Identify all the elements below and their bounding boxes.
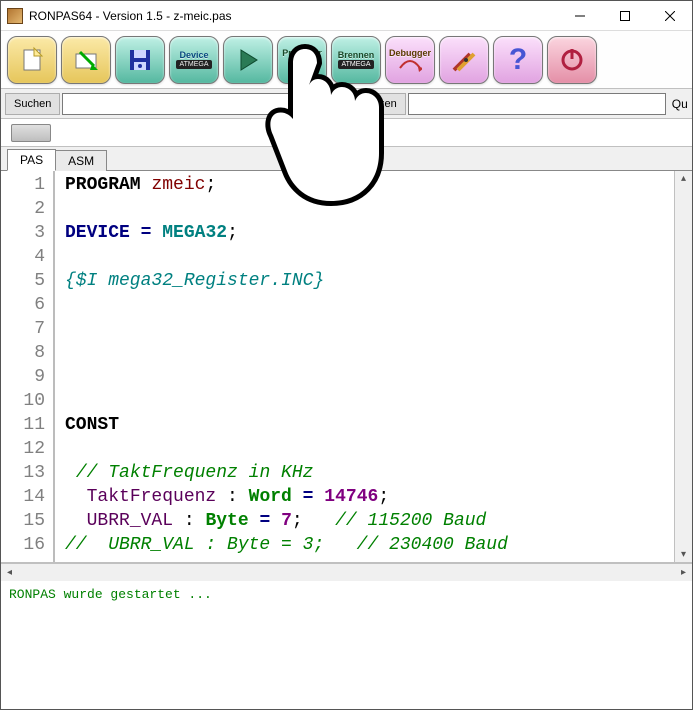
scroll-left-icon[interactable]: ◂ <box>3 567 16 578</box>
tab-asm[interactable]: ASM <box>55 150 107 171</box>
play-icon <box>235 47 261 73</box>
pliers-icon <box>450 46 478 74</box>
search-button[interactable]: Suchen <box>5 93 60 115</box>
console-line: RONPAS wurde gestartet ... <box>9 587 684 602</box>
question-icon: ? <box>509 43 527 77</box>
new-file-icon <box>18 46 46 74</box>
vertical-scrollbar[interactable]: ▴ ▾ <box>674 171 692 562</box>
status-row <box>1 119 692 147</box>
scroll-down-icon[interactable]: ▾ <box>679 547 688 562</box>
window-controls <box>557 1 692 30</box>
power-icon <box>558 46 586 74</box>
output-console: RONPAS wurde gestartet ... <box>1 581 692 701</box>
brennen-button[interactable]: Brennen ATMEGA <box>331 36 381 84</box>
help-button[interactable]: ? <box>493 36 543 84</box>
app-icon <box>7 8 23 24</box>
tab-pas[interactable]: PAS <box>7 149 56 171</box>
debugger-label: Debugger <box>389 48 431 58</box>
search-bar: Suchen Ersetzen Qu <box>1 89 692 119</box>
debug-icon <box>398 58 422 72</box>
search-input[interactable] <box>62 93 342 115</box>
scroll-right-icon[interactable]: ▸ <box>677 567 690 578</box>
device-label: Device <box>179 50 208 60</box>
open-button[interactable] <box>61 36 111 84</box>
brennen-label: Brennen <box>338 50 375 60</box>
power-button[interactable] <box>547 36 597 84</box>
open-folder-icon <box>72 46 100 74</box>
tab-row: PAS ASM <box>1 147 692 171</box>
toolbar: Device ATMEGA Prommer Brennen ATMEGA Deb… <box>1 31 692 89</box>
device-sub-label: ATMEGA <box>176 60 211 69</box>
brennen-sub-label: ATMEGA <box>338 60 373 69</box>
progress-bar <box>11 124 51 142</box>
code-editor[interactable]: 12345678910111213141516 PROGRAM zmeic; D… <box>1 171 692 563</box>
minimize-button[interactable] <box>557 1 602 30</box>
run-button[interactable] <box>223 36 273 84</box>
maximize-button[interactable] <box>602 1 647 30</box>
code-area[interactable]: PROGRAM zmeic; DEVICE = MEGA32; {$I mega… <box>55 171 674 562</box>
prommer-button[interactable]: Prommer <box>277 36 327 84</box>
new-button[interactable] <box>7 36 57 84</box>
scroll-up-icon[interactable]: ▴ <box>679 171 688 186</box>
replace-input[interactable] <box>408 93 666 115</box>
extra-label: Qu <box>672 97 688 111</box>
floppy-disk-icon <box>126 46 154 74</box>
replace-button[interactable]: Ersetzen <box>344 93 405 115</box>
prommer-label: Prommer <box>282 48 322 58</box>
save-button[interactable] <box>115 36 165 84</box>
debugger-button[interactable]: Debugger <box>385 36 435 84</box>
device-button[interactable]: Device ATMEGA <box>169 36 219 84</box>
close-button[interactable] <box>647 1 692 30</box>
line-number-gutter: 12345678910111213141516 <box>1 171 55 562</box>
window-title: RONPAS64 - Version 1.5 - z-meic.pas <box>29 9 557 23</box>
horizontal-scrollbar[interactable]: ◂ ▸ <box>1 563 692 581</box>
tools-button[interactable] <box>439 36 489 84</box>
titlebar: RONPAS64 - Version 1.5 - z-meic.pas <box>1 1 692 31</box>
chip-icon <box>292 58 312 72</box>
